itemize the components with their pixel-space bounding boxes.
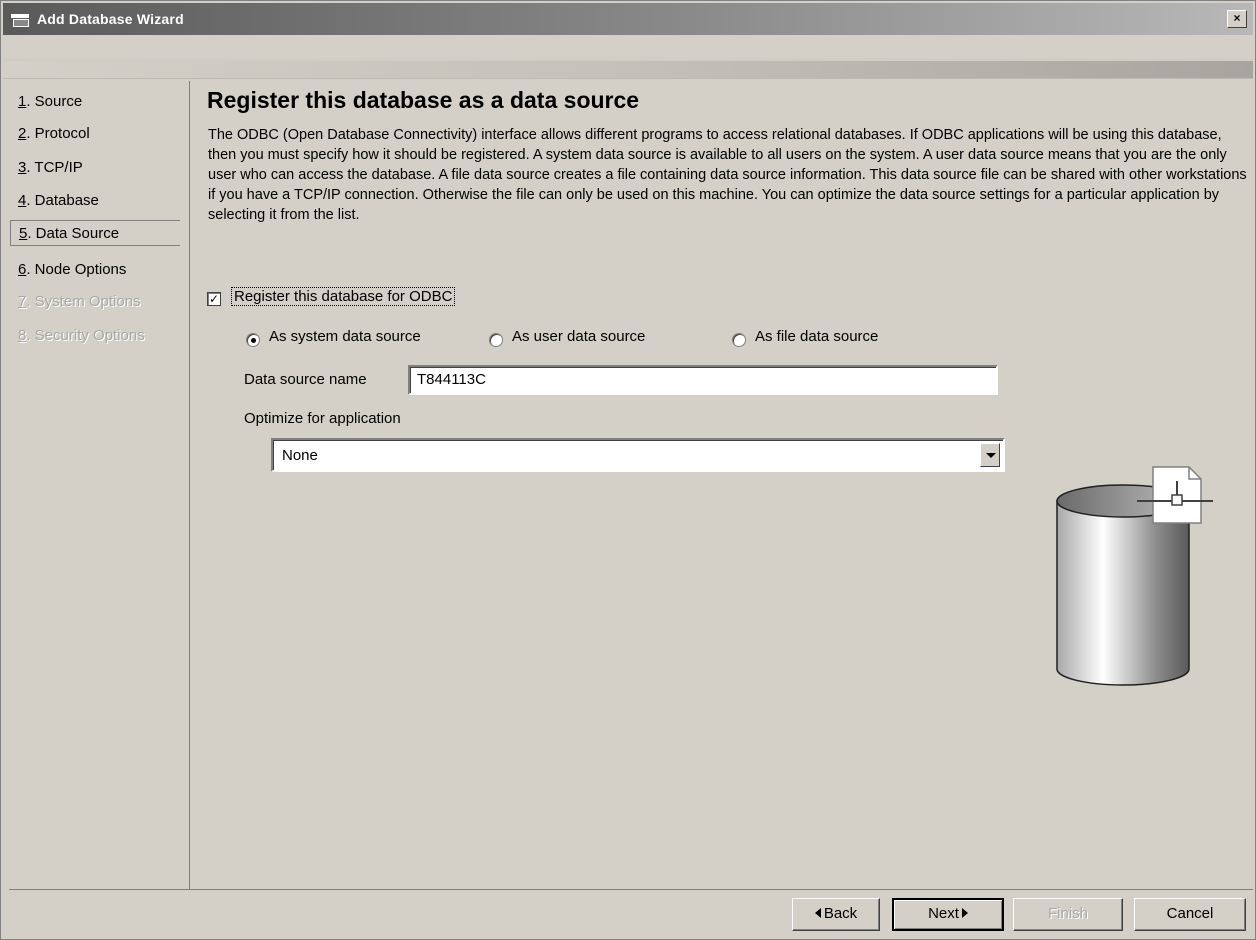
next-button[interactable]: Next [892,898,1004,931]
back-button[interactable]: Back [792,898,880,931]
nav-step-node-options[interactable]: 6. Node Options [18,257,126,283]
optimize-selected-value: None [282,447,318,464]
nav-step-database[interactable]: 4. Database [18,188,99,214]
arrow-left-icon [814,908,821,918]
page-description: The ODBC (Open Database Connectivity) in… [208,127,1247,223]
arrow-right-icon [961,908,968,918]
nav-step-security-options: 8. Security Options [18,323,145,349]
close-button[interactable]: × [1227,10,1247,28]
footer-separator [9,889,1253,890]
finish-button: Finish [1013,898,1123,931]
radio-system-label[interactable]: As system data source [269,328,421,345]
cancel-button[interactable]: Cancel [1134,898,1246,931]
optimize-for-application-label: Optimize for application [244,410,401,427]
next-button-label: Next [928,905,959,922]
nav-step-label: . Security Options [26,327,145,344]
nav-step-label: . Data Source [27,225,120,242]
database-cylinder-icon [1056,466,1213,686]
register-odbc-label[interactable]: Register this database for ODBC [230,287,456,306]
data-source-name-label: Data source name [244,371,367,388]
nav-step-label: . System Options [26,293,141,310]
nav-step-label: . Database [26,192,99,209]
data-source-name-input[interactable]: T844113C [408,365,998,395]
nav-step-label: . Protocol [26,125,90,142]
back-button-label: Back [823,905,858,922]
nav-step-label: . Node Options [26,261,127,278]
wizard-step-nav: 1. Source 2. Protocol 3. TCP/IP 4. Datab… [9,81,190,889]
header-gradient [3,61,1253,78]
wizard-app-icon [11,12,31,27]
radio-system-data-source[interactable] [246,333,260,347]
radio-selected-dot [251,338,256,343]
nav-step-tcpip[interactable]: 3. TCP/IP [18,155,83,181]
register-odbc-checkbox[interactable]: ✓ [207,292,221,306]
nav-step-label: . Source [26,93,83,110]
radio-user-data-source[interactable] [489,333,503,347]
page-heading: Register this database as a data source [207,87,640,113]
nav-step-protocol[interactable]: 2. Protocol [18,121,90,147]
nav-step-label: . TCP/IP [26,159,83,176]
radio-user-label[interactable]: As user data source [512,328,645,345]
nav-step-data-source[interactable]: 5. Data Source [10,220,180,246]
radio-file-label[interactable]: As file data source [755,328,878,345]
wizard-window: Add Database Wizard × 1. Source 2. Proto… [0,0,1256,940]
nav-step-system-options: 7. System Options [18,289,141,315]
title-bar[interactable]: Add Database Wizard × [3,3,1253,35]
optimize-application-select[interactable]: None [271,438,1005,472]
chevron-down-icon[interactable] [980,443,1000,467]
nav-step-source[interactable]: 1. Source [18,89,82,115]
window-title: Add Database Wizard [37,11,184,27]
radio-file-data-source[interactable] [732,333,746,347]
